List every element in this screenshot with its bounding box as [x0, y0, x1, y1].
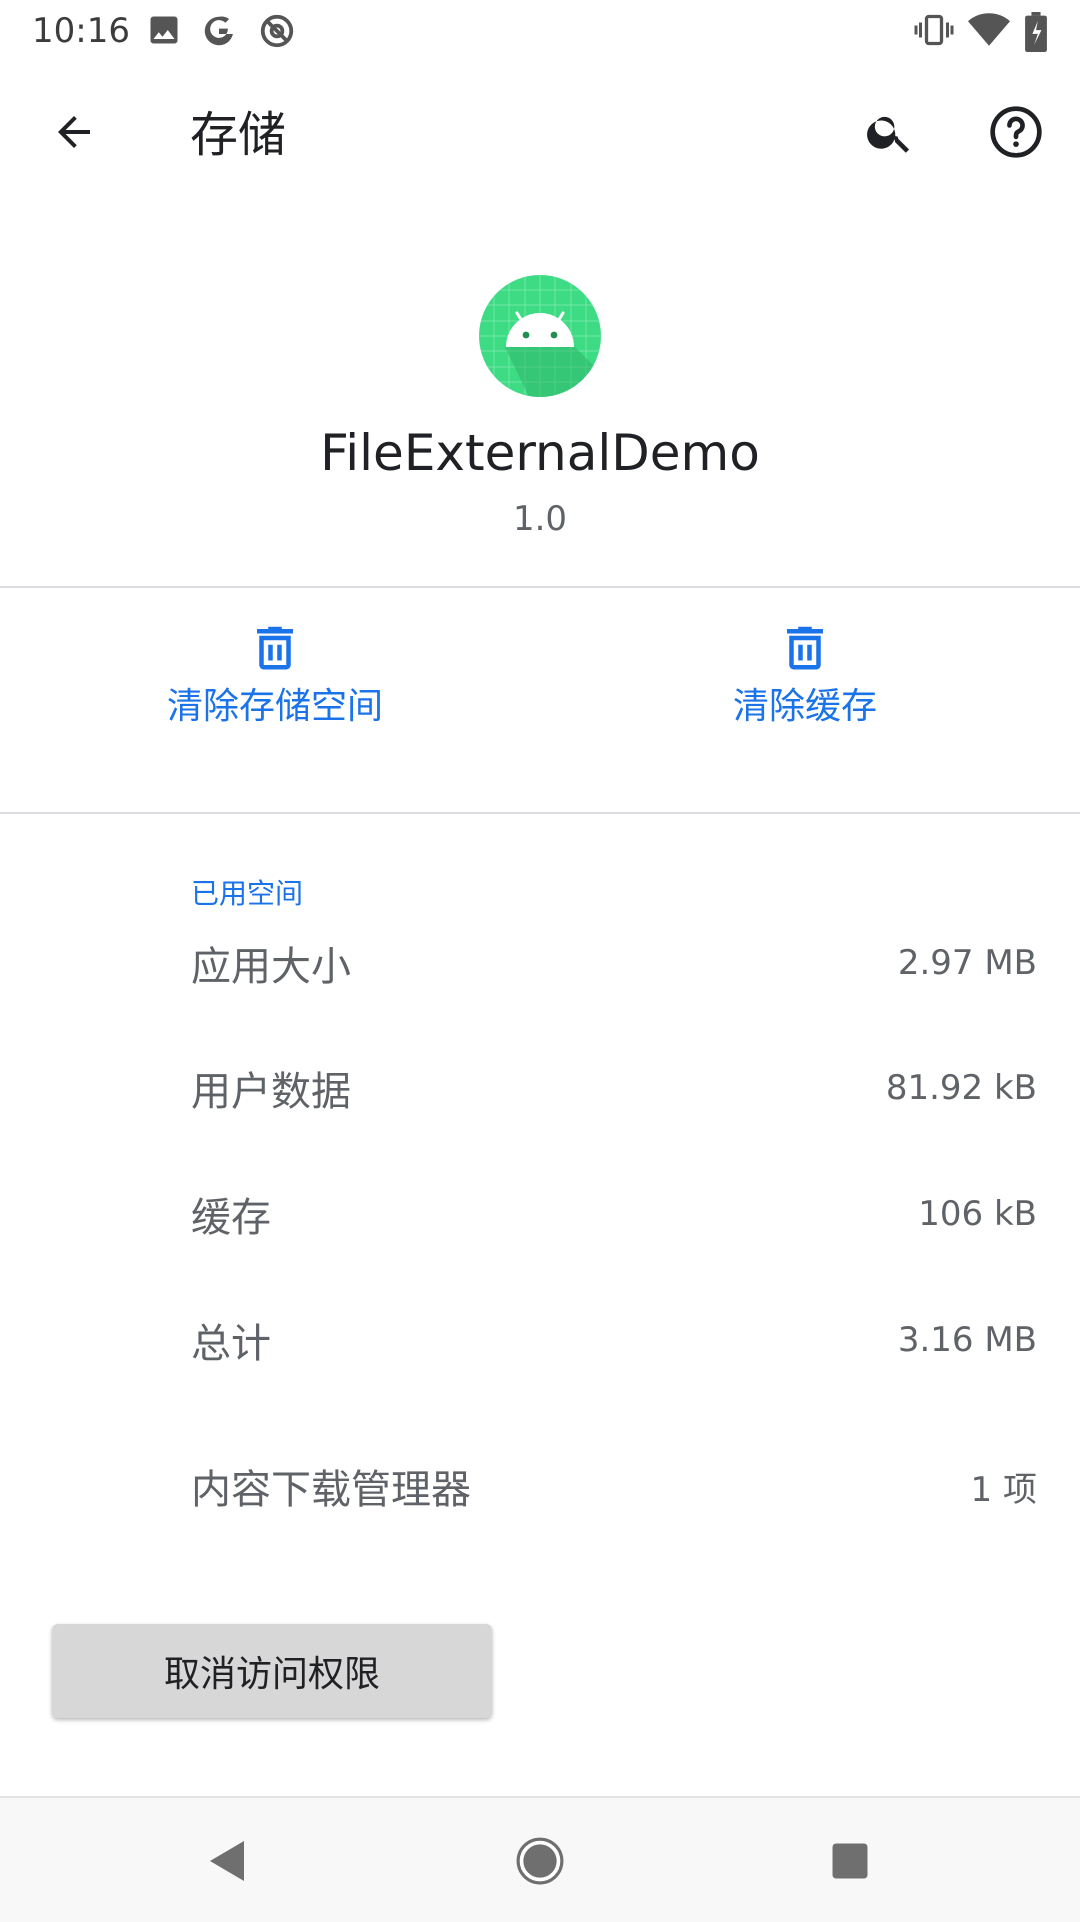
nav-recents-button[interactable]	[815, 1828, 885, 1898]
row-value: 81.92 kB	[885, 1068, 1037, 1108]
trash-icon	[778, 620, 832, 678]
search-icon	[864, 106, 916, 162]
vibrate-icon	[914, 12, 954, 52]
at-sign-icon	[258, 12, 296, 54]
app-version: 1.0	[512, 499, 568, 539]
row-label: 用户数据	[191, 1069, 351, 1115]
section-header-used-space: 已用空间	[191, 877, 304, 910]
clear-cache-button[interactable]: 清除缓存	[700, 620, 910, 770]
page-title: 存储	[190, 107, 287, 163]
trash-icon	[248, 620, 302, 678]
row-value: 106 kB	[918, 1194, 1037, 1234]
storage-row-user-data: 用户数据 81.92 kB	[191, 1058, 1037, 1118]
row-label: 应用大小	[191, 944, 351, 990]
status-time: 10:16	[32, 11, 130, 51]
help-button[interactable]	[978, 96, 1054, 172]
row-value: 1 项	[970, 1469, 1037, 1510]
google-icon	[200, 12, 238, 54]
revoke-access-button[interactable]: 取消访问权限	[52, 1624, 492, 1718]
storage-row-cache: 缓存 106 kB	[191, 1184, 1037, 1244]
help-icon	[988, 104, 1044, 164]
storage-row-app-size: 应用大小 2.97 MB	[191, 933, 1037, 993]
nav-back-icon	[204, 1837, 248, 1889]
navigation-bar	[0, 1796, 1080, 1922]
divider	[0, 586, 1080, 588]
row-value: 2.97 MB	[897, 943, 1037, 983]
download-manager-row[interactable]: 内容下载管理器 1 项	[191, 1456, 1037, 1516]
arrow-back-icon	[50, 108, 98, 160]
divider	[0, 812, 1080, 814]
nav-home-button[interactable]	[505, 1828, 575, 1898]
row-label: 总计	[191, 1321, 271, 1367]
nav-recents-icon	[829, 1840, 871, 1886]
battery-icon	[1024, 12, 1048, 56]
clear-cache-label: 清除缓存	[732, 686, 877, 727]
nav-home-icon	[515, 1836, 565, 1890]
row-value: 3.16 MB	[897, 1320, 1037, 1360]
image-icon	[146, 12, 182, 52]
app-name: FileExternalDemo	[320, 424, 760, 482]
clear-storage-label: 清除存储空间	[166, 686, 383, 727]
row-label: 内容下载管理器	[191, 1467, 471, 1513]
back-button[interactable]	[36, 96, 112, 172]
clear-storage-button[interactable]: 清除存储空间	[130, 620, 420, 770]
storage-row-total: 总计 3.16 MB	[191, 1310, 1037, 1370]
search-button[interactable]	[852, 96, 928, 172]
nav-back-button[interactable]	[191, 1828, 261, 1898]
row-label: 缓存	[191, 1195, 271, 1241]
android-icon	[479, 275, 601, 397]
wifi-icon	[968, 12, 1010, 52]
